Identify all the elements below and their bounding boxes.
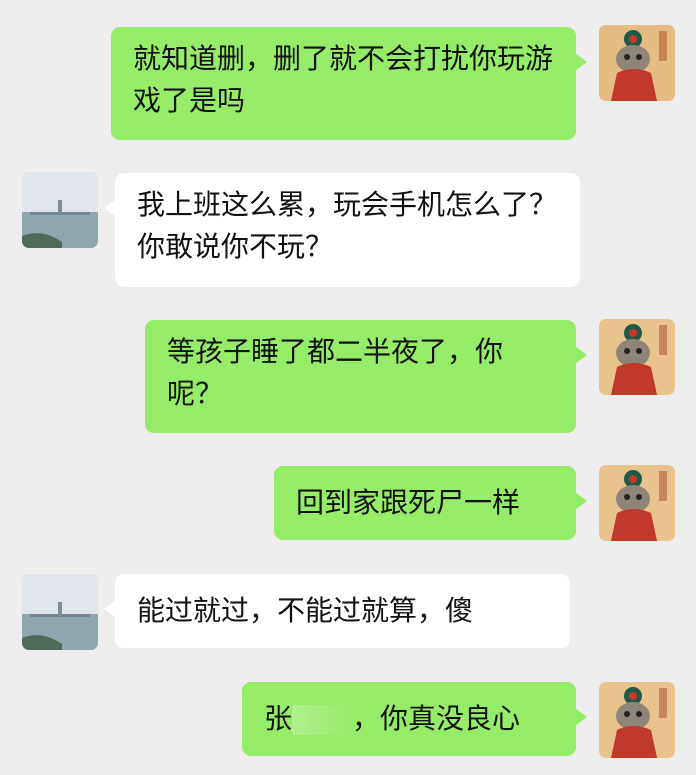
cat-avatar-icon [599,319,675,395]
message-bubble-received[interactable]: 我上班这么累，玩会手机怎么了？你敢说你不玩？ [104,173,580,287]
message-text: 就知道删，删了就不会打扰你玩游戏了是吗 [133,42,554,117]
my-avatar[interactable] [599,25,675,101]
message-text: 回到家跟死尸一样 [296,486,521,519]
message-text: 我上班这么累，玩会手机怎么了？你敢说你不玩？ [137,188,558,263]
lake-icon [22,574,98,650]
my-avatar[interactable] [599,682,675,758]
message-text-prefix: 张 [264,702,293,735]
my-avatar[interactable] [599,465,675,541]
cat-avatar-icon [599,25,675,101]
message-bubble-sent[interactable]: 张 ，你真没良心 [242,682,587,756]
message-bubble-sent[interactable]: 就知道删，删了就不会打扰你玩游戏了是吗 [111,27,587,140]
lake-icon [22,172,98,248]
message-text: 等孩子睡了都二半夜了，你呢？ [167,335,504,410]
my-avatar[interactable] [599,319,675,395]
contact-avatar[interactable] [22,172,98,248]
cat-avatar-icon [599,682,675,758]
message-bubble-received[interactable]: 能过就过，不能过就算，傻 [104,574,570,648]
redacted-name [292,705,353,735]
message-bubble-sent[interactable]: 回到家跟死尸一样 [274,466,587,540]
cat-avatar-icon [599,465,675,541]
message-bubble-sent[interactable]: 等孩子睡了都二半夜了，你呢？ [145,320,587,433]
message-text-suffix: ，你真没良心 [352,702,521,735]
contact-avatar[interactable] [22,574,98,650]
message-text: 能过就过，不能过就算，傻 [137,594,474,627]
